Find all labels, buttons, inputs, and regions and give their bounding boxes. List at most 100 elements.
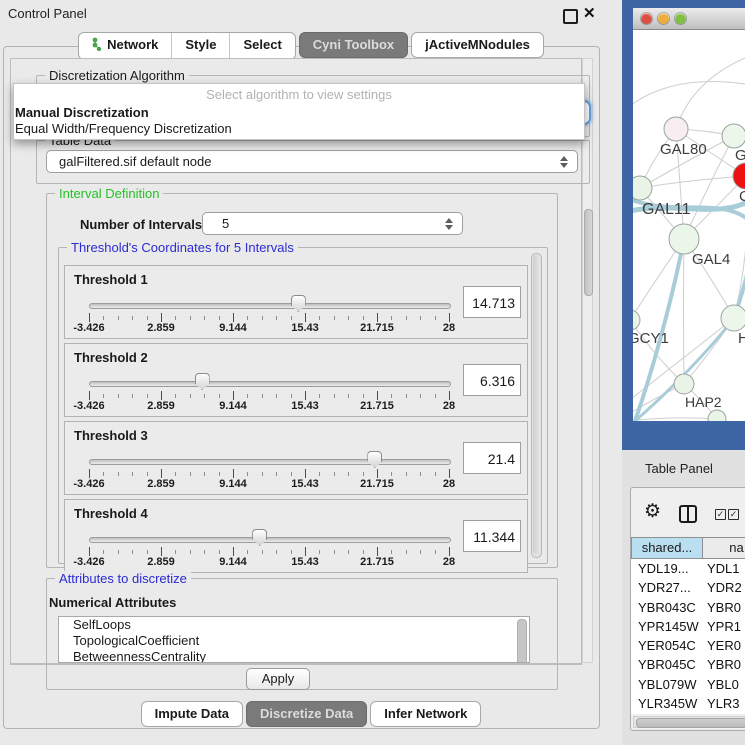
network-icon bbox=[92, 37, 102, 55]
slider-ticklabels: -3.4262.8599.14415.4321.71528 bbox=[89, 400, 449, 412]
table-horizontal-scrollbar[interactable] bbox=[633, 716, 745, 728]
node-label: GA bbox=[735, 147, 745, 164]
threshold-value-box[interactable]: 21.4 bbox=[463, 442, 521, 474]
table-row[interactable]: YDR27... YDR2 bbox=[631, 578, 745, 597]
thresholds-scrollbar[interactable] bbox=[531, 253, 542, 558]
attributes-group-label: Attributes to discretize bbox=[55, 571, 191, 586]
algorithm-dropdown-popup: Select algorithm to view settings Manual… bbox=[13, 83, 585, 140]
table-row[interactable]: YPR145W YPR1 bbox=[631, 617, 745, 636]
checkbox-icon[interactable]: ✓ bbox=[728, 509, 739, 520]
slider-ticks bbox=[89, 313, 449, 322]
divider bbox=[11, 663, 581, 664]
checkbox-icon[interactable]: ✓ bbox=[715, 509, 726, 520]
network-node-gcy1[interactable] bbox=[633, 310, 640, 330]
network-node-gal4[interactable] bbox=[669, 224, 699, 254]
table-row[interactable]: YBR045C YBR0 bbox=[631, 655, 745, 674]
num-intervals-label: Number of Intervals bbox=[80, 217, 202, 232]
scrollbar-thumb[interactable] bbox=[636, 718, 745, 728]
slider-track[interactable] bbox=[89, 381, 451, 387]
split-columns-icon[interactable] bbox=[679, 505, 697, 523]
column-header-name[interactable]: na bbox=[703, 537, 745, 559]
attribute-item[interactable]: SelfLoops bbox=[59, 617, 529, 633]
slider-thumb[interactable] bbox=[195, 373, 210, 390]
attribute-item[interactable]: TopologicalCoefficient bbox=[59, 633, 529, 649]
table-data-combo[interactable]: galFiltered.sif default node bbox=[46, 150, 578, 173]
network-node-gal11[interactable] bbox=[633, 176, 652, 200]
tab-infer-network[interactable]: Infer Network bbox=[370, 701, 481, 727]
network-window[interactable]: GAL80GACGAL11GAL4GCY1HHAP2 bbox=[622, 0, 745, 450]
network-node-h[interactable] bbox=[721, 305, 745, 331]
slider-track[interactable] bbox=[89, 303, 451, 309]
network-edge[interactable] bbox=[676, 58, 745, 129]
close-icon[interactable]: ✕ bbox=[583, 4, 596, 22]
tab-network[interactable]: Network bbox=[79, 33, 171, 59]
table-header-row: shared... na bbox=[631, 537, 745, 559]
threshold-label: Threshold 2 bbox=[74, 350, 148, 365]
node-label: HAP2 bbox=[685, 394, 722, 410]
minimize-window-icon[interactable] bbox=[658, 13, 669, 24]
node-label: GCY1 bbox=[633, 330, 669, 347]
list-scrollbar[interactable] bbox=[517, 619, 527, 663]
scrollbar-thumb[interactable] bbox=[533, 255, 540, 554]
network-edge[interactable] bbox=[684, 239, 685, 384]
threshold-value-box[interactable]: 11.344 bbox=[463, 520, 521, 552]
numerical-attributes-list[interactable]: SelfLoopsTopologicalCoefficientBetweenne… bbox=[58, 616, 530, 663]
cyni-bottom-tab-bar: Impute Data Discretize Data Infer Networ… bbox=[0, 701, 622, 727]
threshold-label: Threshold 1 bbox=[74, 272, 148, 287]
discretization-algorithm-label: Discretization Algorithm bbox=[45, 68, 189, 83]
attribute-item[interactable]: BetweennessCentrality bbox=[59, 649, 529, 663]
scrollbar-thumb[interactable] bbox=[584, 209, 593, 296]
node-label: C bbox=[739, 188, 745, 205]
slider-ticks bbox=[89, 547, 449, 556]
tab-cyni-toolbox[interactable]: Cyni Toolbox bbox=[299, 32, 408, 58]
option-equal-width-frequency[interactable]: Equal Width/Frequency Discretization bbox=[15, 121, 232, 136]
close-window-icon[interactable] bbox=[641, 13, 652, 24]
table-panel-section: Table Panel ⚙ ✓ ✓ shared... na YDL19... … bbox=[622, 450, 745, 745]
slider-ticklabels: -3.4262.8599.14415.4321.71528 bbox=[89, 322, 449, 334]
network-node-hap2[interactable] bbox=[674, 374, 694, 394]
slider-thumb[interactable] bbox=[291, 295, 306, 312]
table-rows[interactable]: YDL19... YDL1 YDR27... YDR2 YBR043C YBR0… bbox=[631, 559, 745, 714]
network-canvas[interactable]: GAL80GACGAL11GAL4GCY1HHAP2 bbox=[633, 30, 745, 421]
table-row[interactable]: YIL052C YIL0 bbox=[631, 713, 745, 714]
combo-spinner-icon bbox=[560, 156, 568, 168]
apply-button[interactable]: Apply bbox=[246, 668, 310, 690]
threshold-panel: Threshold 1 -3.4262.8599.14415.4321.7152… bbox=[64, 265, 528, 339]
column-header-shared-name[interactable]: shared... bbox=[631, 537, 703, 559]
tab-discretize-data[interactable]: Discretize Data bbox=[246, 701, 367, 727]
network-node-gal80[interactable] bbox=[664, 117, 688, 141]
tab-select[interactable]: Select bbox=[229, 33, 294, 59]
zoom-window-icon[interactable] bbox=[675, 13, 686, 24]
slider-ticklabels: -3.4262.8599.14415.4321.71528 bbox=[89, 478, 449, 490]
slider-track[interactable] bbox=[89, 459, 451, 465]
table-row[interactable]: YLR345W YLR3 bbox=[631, 694, 745, 713]
tab-style[interactable]: Style bbox=[171, 33, 229, 59]
threshold-panel: Threshold 2 -3.4262.8599.14415.4321.7152… bbox=[64, 343, 528, 417]
node-label: GAL80 bbox=[660, 141, 707, 158]
network-node-c[interactable] bbox=[733, 163, 745, 189]
threshold-panel: Threshold 4 -3.4262.8599.14415.4321.7152… bbox=[64, 499, 528, 573]
network-node-ga[interactable] bbox=[722, 124, 745, 148]
network-edge[interactable] bbox=[633, 418, 717, 421]
threshold-value-box[interactable]: 6.316 bbox=[463, 364, 521, 396]
num-intervals-combo[interactable]: 5 bbox=[202, 212, 463, 235]
slider-thumb[interactable] bbox=[252, 529, 267, 546]
threshold-label: Threshold 4 bbox=[74, 506, 148, 521]
threshold-value-box[interactable]: 14.713 bbox=[463, 286, 521, 318]
network-edge[interactable] bbox=[640, 176, 745, 188]
table-row[interactable]: YBL079W YBL0 bbox=[631, 675, 745, 694]
tab-group: Network Style Select bbox=[78, 32, 296, 60]
table-row[interactable]: YER054C YER0 bbox=[631, 636, 745, 655]
network-edge[interactable] bbox=[633, 82, 745, 108]
table-row[interactable]: YBR043C YBR0 bbox=[631, 598, 745, 617]
combo-spinner-icon bbox=[445, 218, 453, 230]
option-manual-discretization[interactable]: Manual Discretization bbox=[15, 105, 149, 120]
tab-jactivemnodules[interactable]: jActiveMNodules bbox=[411, 32, 544, 58]
slider-track[interactable] bbox=[89, 537, 451, 543]
gear-icon[interactable]: ⚙ bbox=[644, 502, 661, 521]
slider-thumb[interactable] bbox=[367, 451, 382, 468]
tab-impute-data[interactable]: Impute Data bbox=[141, 701, 243, 727]
control-panel-title: Control Panel bbox=[8, 6, 87, 21]
table-row[interactable]: YDL19... YDL1 bbox=[631, 559, 745, 578]
float-window-icon[interactable] bbox=[563, 9, 578, 24]
